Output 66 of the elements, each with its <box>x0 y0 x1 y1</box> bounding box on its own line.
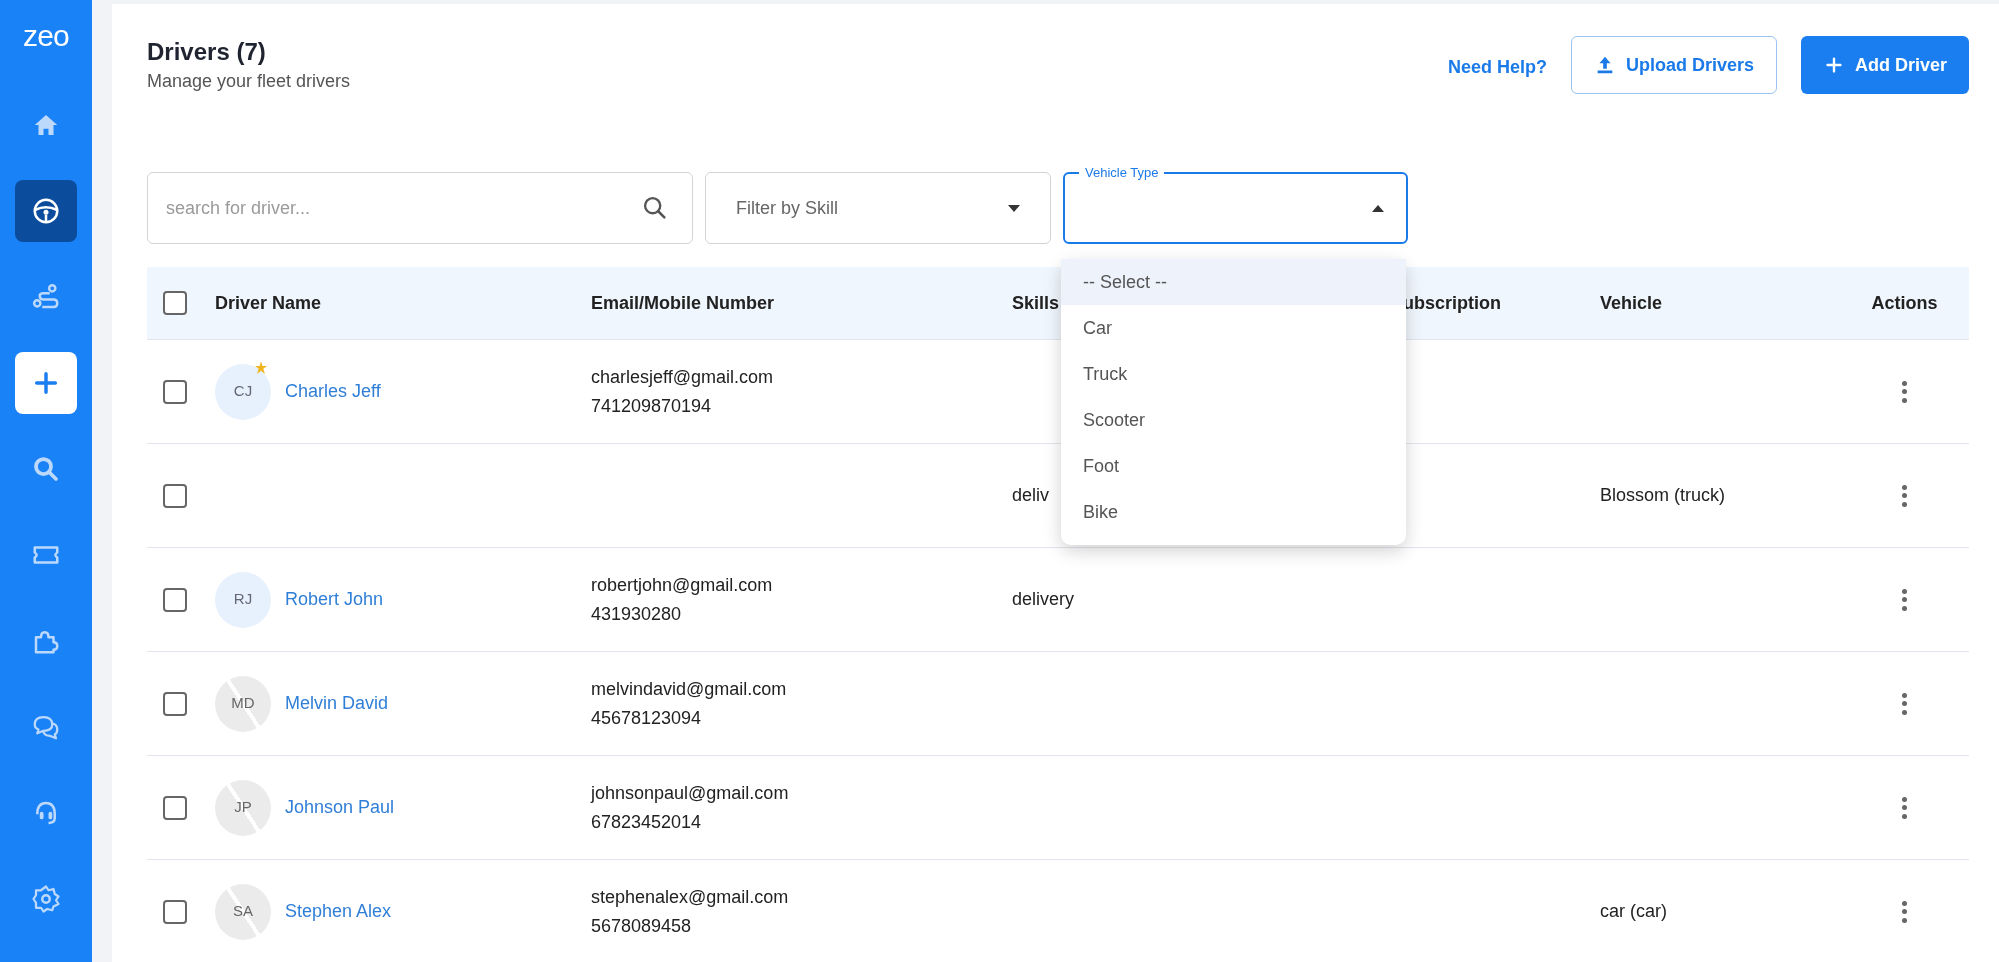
avatar-initials: CJ <box>233 381 253 402</box>
upload-button[interactable]: Upload Drivers <box>1570 36 1777 94</box>
avatar-initials: MD <box>231 693 255 714</box>
more-options-icon[interactable] <box>1900 691 1909 716</box>
column-header: Email/Mobile Number <box>591 291 776 315</box>
checkbox[interactable] <box>163 795 187 820</box>
help-link[interactable]: Need Help? <box>1447 54 1547 81</box>
phone-text: 5678089458 <box>591 914 693 938</box>
table-cell: car (car) <box>1600 901 1667 921</box>
skill-filter-dropdown[interactable]: Filter by Skill <box>705 172 1051 244</box>
caret-icon <box>1008 204 1020 212</box>
table-cell: deliv <box>1012 485 1050 505</box>
table-cell: Blossom (truck) <box>1600 485 1725 505</box>
nav-item[interactable] <box>15 180 77 242</box>
table-cell: delivery <box>1012 589 1075 609</box>
more-options-icon[interactable] <box>1900 483 1909 508</box>
checkbox[interactable] <box>163 691 187 716</box>
menu-option[interactable]: Scooter <box>1061 397 1406 443</box>
email-text: robertjohn@gmail.com <box>591 573 774 597</box>
more-options-icon[interactable] <box>1900 795 1909 820</box>
search-icon <box>641 194 669 222</box>
driver-name-link[interactable]: Stephen Alex <box>285 898 392 925</box>
skill-filter-placeholder: Filter by Skill <box>736 196 838 220</box>
more-options-icon[interactable] <box>1900 899 1909 924</box>
driver-name-link[interactable]: Charles Jeff <box>285 378 381 405</box>
settings-icon <box>31 884 61 914</box>
checkbox[interactable] <box>163 483 187 508</box>
driver-name-link[interactable]: Melvin David <box>285 690 389 717</box>
search-icon <box>31 454 61 484</box>
phone-text: 45678123094 <box>591 706 703 730</box>
driver-name-link[interactable]: Johnson Paul <box>285 794 395 821</box>
column-header: Actions <box>1871 291 1938 315</box>
phone-text: 741209870194 <box>591 394 713 418</box>
menu-option[interactable]: Car <box>1061 305 1406 351</box>
driver-name-link[interactable]: Robert John <box>285 586 384 613</box>
checkbox[interactable] <box>163 291 187 315</box>
email-text: melvindavid@gmail.com <box>591 677 788 701</box>
add-button[interactable] <box>15 352 77 414</box>
search-field[interactable]: search for driver... <box>147 172 693 244</box>
logo: zeo <box>22 18 70 54</box>
checkbox[interactable] <box>163 899 187 924</box>
caret-icon <box>1372 204 1384 212</box>
email-text: johnsonpaul@gmail.com <box>591 781 790 805</box>
phone-text: 67823452014 <box>591 810 703 834</box>
steering-wheel-icon <box>31 196 61 226</box>
phone-text: 431930280 <box>591 602 683 626</box>
menu-option[interactable]: Truck <box>1061 351 1406 397</box>
checkbox[interactable] <box>163 587 187 612</box>
avatar-initials: RJ <box>233 589 253 610</box>
column-header: Vehicle <box>1600 291 1664 315</box>
avatar-initials: SA <box>233 901 253 922</box>
checkbox[interactable] <box>163 379 187 404</box>
more-options-icon[interactable] <box>1900 587 1909 612</box>
column-header: Skills <box>1012 291 1061 315</box>
avatar-initials: JP <box>234 797 252 818</box>
page-subtitle: Manage your fleet drivers <box>147 70 351 93</box>
menu-option[interactable]: Bike <box>1061 489 1406 535</box>
column-header: ubscription <box>1403 291 1502 315</box>
add-driver-button[interactable]: Add Driver <box>1800 36 1969 94</box>
menu-option[interactable]: Foot <box>1061 443 1406 489</box>
more-options-icon[interactable] <box>1900 379 1909 404</box>
page-title: Drivers (7) <box>147 37 267 67</box>
email-text: charlesjeff@gmail.com <box>591 365 774 389</box>
email-text: stephenalex@gmail.com <box>591 885 790 909</box>
column-header: Driver Name <box>215 291 323 315</box>
menu-option[interactable]: -- Select -- <box>1061 259 1406 305</box>
